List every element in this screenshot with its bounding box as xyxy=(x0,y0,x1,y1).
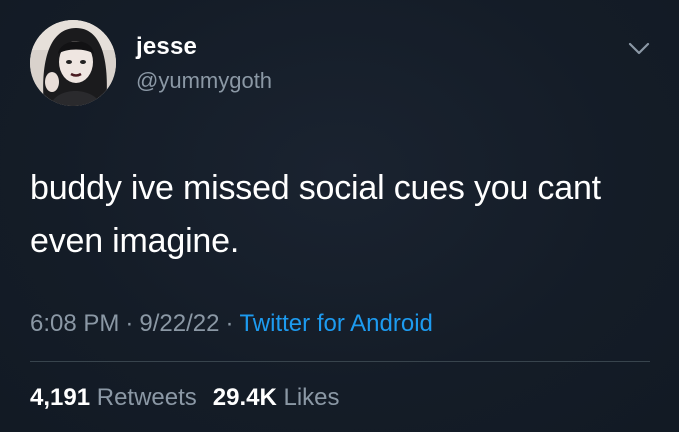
tweet-date[interactable]: 9/22/22 xyxy=(139,310,219,337)
divider xyxy=(30,361,650,362)
retweets-label: Retweets xyxy=(96,384,197,411)
tweet-time[interactable]: 6:08 PM xyxy=(30,310,119,337)
tweet-card: jesse @yummygoth buddy ive missed social… xyxy=(0,0,679,432)
retweets-stat[interactable]: 4,191 Retweets xyxy=(30,384,197,411)
tweet-text: buddy ive missed social cues you cant ev… xyxy=(30,169,601,260)
username-handle[interactable]: @yummygoth xyxy=(136,68,272,94)
tweet-meta: 6:08 PM · 9/22/22 · Twitter for Android xyxy=(30,310,433,338)
profile-photo xyxy=(30,20,116,106)
tweet-source-link[interactable]: Twitter for Android xyxy=(239,310,432,337)
likes-label: Likes xyxy=(283,384,340,411)
retweets-count: 4,191 xyxy=(30,384,91,411)
meta-separator: · xyxy=(225,310,234,337)
display-name[interactable]: jesse xyxy=(136,33,197,61)
likes-stat[interactable]: 29.4K Likes xyxy=(213,384,340,411)
avatar[interactable] xyxy=(30,20,116,106)
meta-separator: · xyxy=(125,310,134,337)
chevron-down-icon[interactable] xyxy=(626,38,652,58)
tweet-stats: 4,191 Retweets 29.4K Likes xyxy=(30,384,340,412)
likes-count: 29.4K xyxy=(212,384,277,411)
